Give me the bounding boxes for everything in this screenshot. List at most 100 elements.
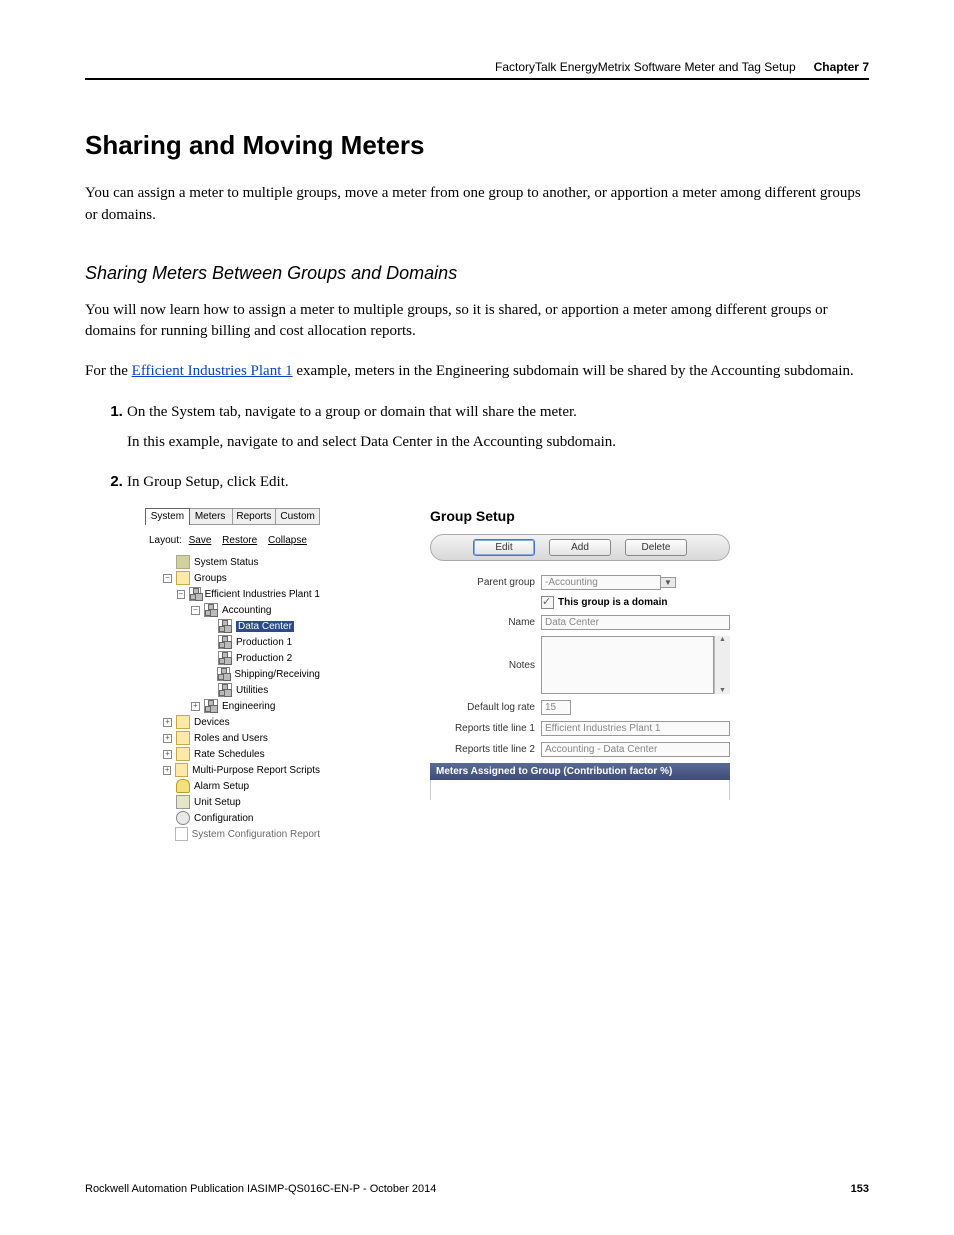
paragraph-2: You will now learn how to assign a meter… [85, 300, 869, 344]
tree-devices[interactable]: +Devices [149, 714, 320, 730]
delete-button[interactable]: Delete [625, 539, 687, 556]
header-chapter: Chapter 7 [814, 60, 869, 74]
tree-accounting[interactable]: −Accounting [149, 602, 320, 618]
layout-label: Layout: [149, 535, 182, 546]
folder-icon [176, 715, 190, 729]
rt1-label: Reports title line 1 [430, 723, 541, 734]
expander-icon[interactable]: − [163, 574, 172, 583]
tree-mprs[interactable]: +Multi-Purpose Report Scripts [149, 762, 320, 778]
org-icon [204, 603, 218, 617]
tree-data-center[interactable]: Data Center [149, 618, 320, 634]
layout-restore-link[interactable]: Restore [222, 535, 257, 546]
intro-paragraph: You can assign a meter to multiple group… [85, 183, 869, 227]
tree-production-1[interactable]: Production 1 [149, 634, 320, 650]
scrollbar[interactable]: ▲▼ [714, 636, 730, 694]
scroll-up-icon[interactable]: ▲ [719, 636, 726, 643]
dropdown-arrow-icon[interactable]: ▼ [661, 577, 676, 588]
notes-label: Notes [430, 636, 541, 671]
expander-icon[interactable]: + [163, 750, 172, 759]
expander-icon[interactable]: + [191, 702, 200, 711]
layout-links: Layout: Save Restore Collapse [149, 535, 320, 546]
tree-plant[interactable]: −Efficient Industries Plant 1 [149, 586, 320, 602]
tree-system-status[interactable]: System Status [149, 554, 320, 570]
bell-icon [176, 779, 190, 793]
folder-icon [176, 731, 190, 745]
heading-1: Sharing and Moving Meters [85, 130, 869, 161]
expander-icon[interactable]: + [163, 766, 171, 775]
step-1: On the System tab, navigate to a group o… [127, 401, 869, 454]
meters-assigned-body [430, 780, 730, 800]
rt2-field[interactable]: Accounting - Data Center [541, 742, 730, 757]
tree-config[interactable]: Configuration [149, 810, 320, 826]
paragraph-3: For the Efficient Industries Plant 1 exa… [85, 361, 869, 383]
page-number: 153 [851, 1183, 869, 1195]
tree-roles[interactable]: +Roles and Users [149, 730, 320, 746]
rt2-label: Reports title line 2 [430, 744, 541, 755]
heading-2: Sharing Meters Between Groups and Domain… [85, 263, 869, 284]
group-setup-form: Group Setup Edit Add Delete Parent group… [430, 508, 730, 800]
parent-group-label: Parent group [430, 577, 541, 588]
scroll-down-icon[interactable]: ▼ [719, 687, 726, 694]
header-topic: FactoryTalk EnergyMetrix Software Meter … [495, 60, 796, 74]
tab-reports[interactable]: Reports [233, 509, 277, 524]
tree-groups[interactable]: −Groups [149, 570, 320, 586]
embedded-screenshot: System Meters Reports Custom Layout: Sav… [145, 508, 869, 842]
tree-syscfg[interactable]: System Configuration Report [149, 826, 320, 842]
org-icon [189, 587, 201, 601]
lograte-label: Default log rate [430, 702, 541, 713]
tree-rates[interactable]: +Rate Schedules [149, 746, 320, 762]
page-footer: Rockwell Automation Publication IASIMP-Q… [85, 1183, 869, 1195]
report-icon [175, 827, 188, 841]
layout-save-link[interactable]: Save [189, 535, 212, 546]
running-header: FactoryTalk EnergyMetrix Software Meter … [85, 60, 869, 74]
folder-icon [176, 747, 190, 761]
expander-icon[interactable]: + [163, 718, 172, 727]
gear-icon [176, 811, 190, 825]
step-1-sub: In this example, navigate to and select … [127, 432, 869, 454]
steps-list: On the System tab, navigate to a group o… [85, 401, 869, 494]
folder-icon [176, 571, 190, 585]
meters-assigned-header: Meters Assigned to Group (Contribution f… [430, 763, 730, 780]
p3-before: For the [85, 363, 132, 379]
tree-production-2[interactable]: Production 2 [149, 650, 320, 666]
expander-icon[interactable]: + [163, 734, 172, 743]
org-icon [204, 699, 218, 713]
org-icon [218, 635, 232, 649]
tree-unit[interactable]: Unit Setup [149, 794, 320, 810]
header-rule [85, 78, 869, 80]
tree-utilities[interactable]: Utilities [149, 682, 320, 698]
step-2: In Group Setup, click Edit. [127, 471, 869, 494]
unit-icon [176, 795, 190, 809]
system-tree-panel: System Meters Reports Custom Layout: Sav… [145, 508, 320, 842]
folder-icon [175, 763, 188, 777]
parent-group-select[interactable]: -Accounting [541, 575, 661, 590]
add-button[interactable]: Add [549, 539, 611, 556]
org-icon [218, 619, 232, 633]
domain-checkbox-label: This group is a domain [558, 597, 667, 608]
status-icon [176, 555, 190, 569]
tree-shipping[interactable]: Shipping/Receiving [149, 666, 320, 682]
notes-field[interactable] [541, 636, 714, 694]
name-field[interactable]: Data Center [541, 615, 730, 630]
tree-engineering[interactable]: +Engineering [149, 698, 320, 714]
expander-icon[interactable]: − [191, 606, 200, 615]
efficient-industries-link[interactable]: Efficient Industries Plant 1 [132, 363, 293, 379]
org-icon [218, 651, 232, 665]
org-icon [218, 683, 232, 697]
rt1-field[interactable]: Efficient Industries Plant 1 [541, 721, 730, 736]
edit-button[interactable]: Edit [473, 539, 535, 556]
layout-collapse-link[interactable]: Collapse [268, 535, 307, 546]
form-title: Group Setup [430, 508, 730, 524]
tab-meters[interactable]: Meters [189, 509, 233, 524]
domain-checkbox[interactable] [541, 596, 554, 609]
tree-alarm[interactable]: Alarm Setup [149, 778, 320, 794]
tab-system[interactable]: System [145, 508, 190, 525]
nav-tree: System Status −Groups −Efficient Industr… [145, 554, 320, 842]
tab-custom[interactable]: Custom [276, 509, 319, 524]
step-1-text: On the System tab, navigate to a group o… [127, 404, 577, 420]
publication-line: Rockwell Automation Publication IASIMP-Q… [85, 1183, 436, 1195]
lograte-field[interactable]: 15 [541, 700, 571, 715]
p3-after: example, meters in the Engineering subdo… [293, 363, 854, 379]
tabs: System Meters Reports Custom [145, 508, 320, 525]
expander-icon[interactable]: − [177, 590, 185, 599]
